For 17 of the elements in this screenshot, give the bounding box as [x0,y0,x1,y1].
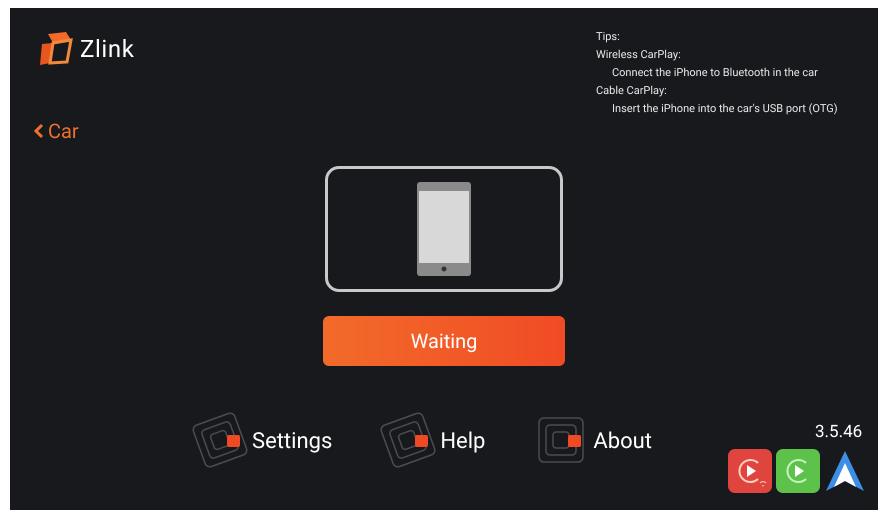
menu-button[interactable]: About [531,410,652,472]
chevron-left-icon [34,123,44,139]
tip-text: Connect the iPhone to Bluetooth in the car [611,65,819,81]
version-text: 3.5.46 [815,421,862,444]
logo-icon [38,30,76,68]
menu-button[interactable]: Help [378,410,486,472]
tip-heading: Cable CarPlay: [596,83,668,99]
menu-button[interactable]: Settings [190,410,332,472]
tip-text: Insert the iPhone into the car's USB port (OTG) [611,101,838,117]
logo-text: Zlink [80,34,134,65]
tip-heading: Tips: [596,29,621,45]
back-button[interactable]: Car [34,116,79,146]
phone-icon [417,182,471,276]
navigation-arrow-icon [824,449,866,493]
tip-heading: Wireless CarPlay: [596,47,682,63]
play-app-icon [728,449,772,493]
play-app-icon [776,449,820,493]
